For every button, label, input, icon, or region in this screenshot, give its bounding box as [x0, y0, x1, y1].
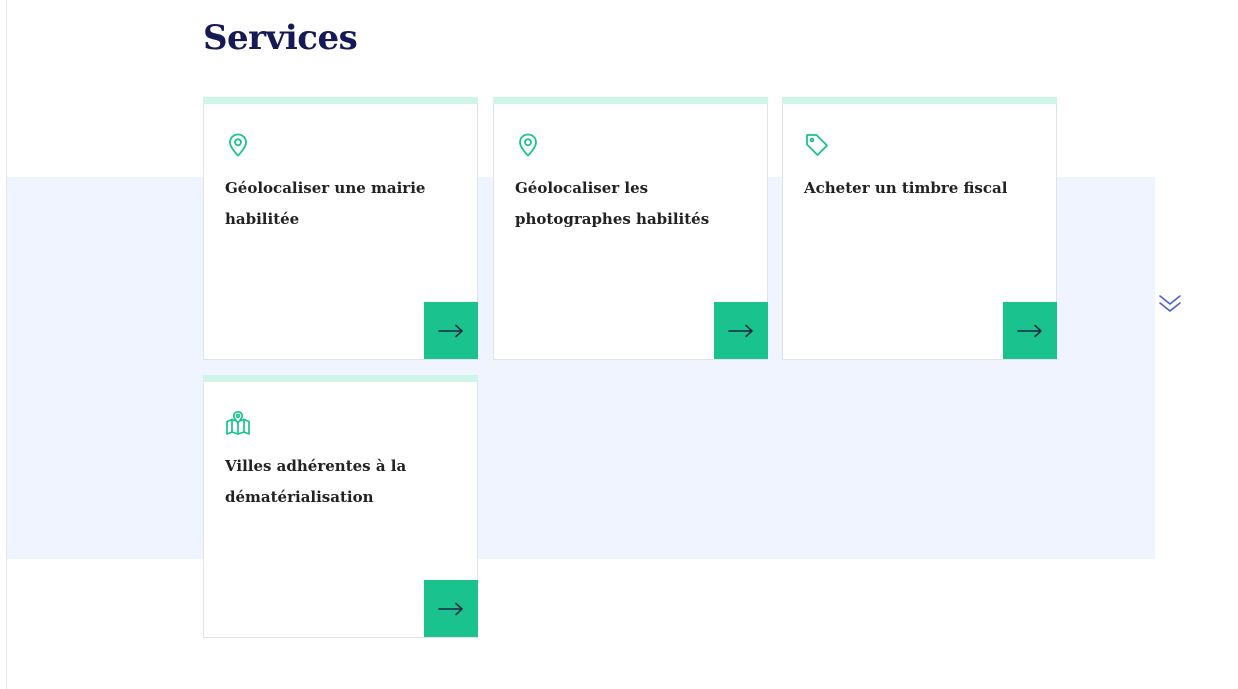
card-accent-bar [203, 97, 478, 104]
scroll-down-button[interactable] [1157, 292, 1183, 316]
arrow-right-icon [438, 602, 463, 615]
price-tag-icon [804, 132, 830, 158]
card-go-button[interactable] [424, 302, 478, 359]
card-go-button[interactable] [424, 580, 478, 637]
service-card-villes[interactable]: Villes adhérentes à la dématérialisation [203, 375, 478, 638]
card-go-button[interactable] [714, 302, 768, 359]
card-label: Villes adhérentes à la dématérialisation [225, 457, 407, 506]
card-accent-bar [203, 375, 478, 382]
arrow-right-icon [1017, 324, 1042, 337]
service-card-timbre[interactable]: Acheter un timbre fiscal [782, 97, 1057, 360]
arrow-right-icon [728, 324, 753, 337]
folded-map-icon [225, 410, 251, 436]
card-accent-bar [782, 97, 1057, 104]
map-pin-icon [225, 132, 251, 158]
card-accent-bar [493, 97, 768, 104]
service-card-mairie[interactable]: Géolocaliser une mairie habilitée [203, 97, 478, 360]
card-go-button[interactable] [1003, 302, 1057, 359]
card-label: Géolocaliser les photographes habilités [515, 179, 710, 228]
service-card-photographes[interactable]: Géolocaliser les photographes habilités [493, 97, 768, 360]
map-pin-icon [515, 132, 541, 158]
double-chevron-down-icon [1159, 295, 1181, 312]
card-label: Géolocaliser une mairie habilitée [225, 179, 426, 228]
page: Services Géolocaliser une mairie habilit… [0, 0, 1238, 689]
arrow-right-icon [438, 324, 463, 337]
card-label: Acheter un timbre fiscal [804, 179, 1008, 197]
section-title: Services [203, 18, 358, 58]
